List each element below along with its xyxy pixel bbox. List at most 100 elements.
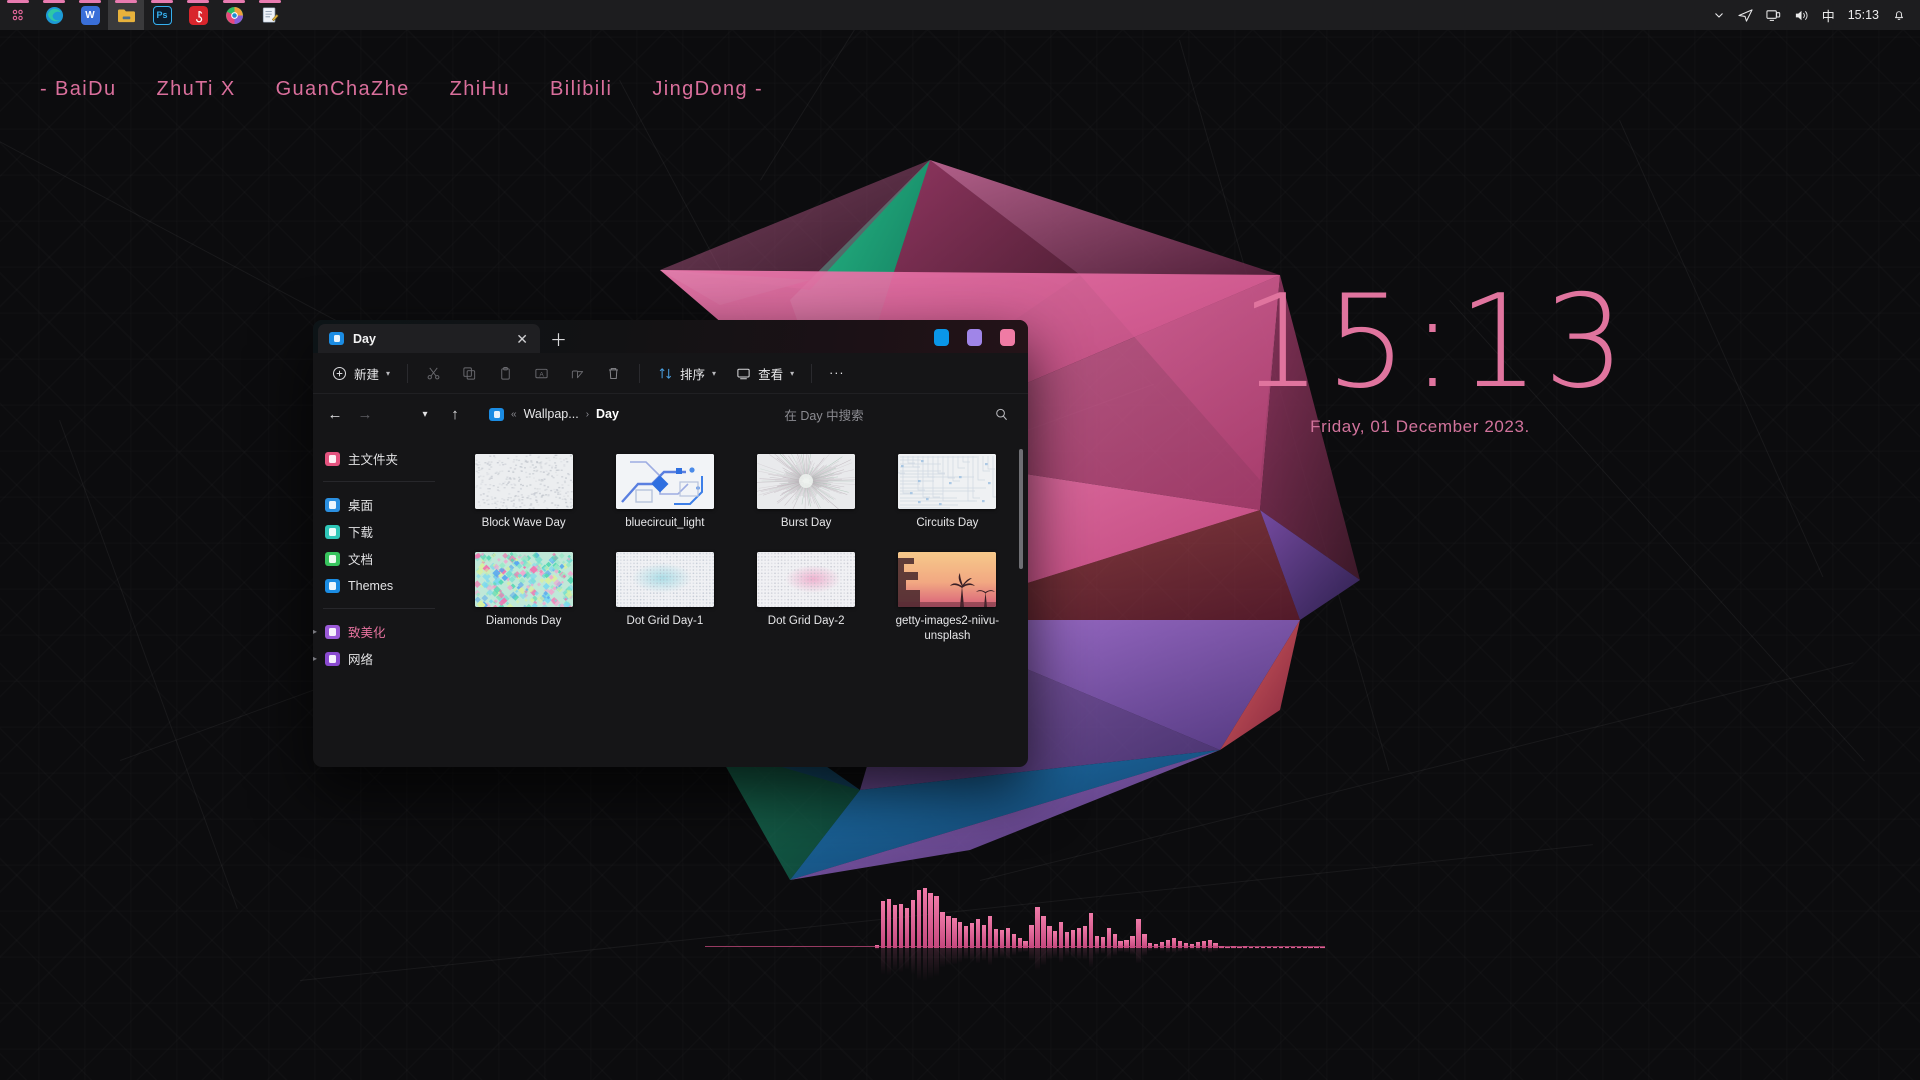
- file-explorer-window[interactable]: Day ✕ ＋ 新建 ▾: [313, 320, 1028, 767]
- tray-bell-icon[interactable]: [1892, 8, 1906, 22]
- sidebar-item-下载[interactable]: 下载: [319, 518, 447, 545]
- copy-button[interactable]: [453, 359, 486, 388]
- taskbar[interactable]: W Ps 中 15:13: [0, 0, 1920, 30]
- netease-music-icon[interactable]: [180, 0, 216, 30]
- file-item[interactable]: Dot Grid Day-1: [594, 546, 735, 649]
- sort-button[interactable]: 排序 ▾: [649, 359, 724, 388]
- chrome-browser-icon[interactable]: [216, 0, 252, 30]
- desktop-link-guanchazhe[interactable]: GuanChaZhe: [276, 78, 410, 101]
- sidebar-item-致美化[interactable]: ▸致美化: [319, 618, 447, 645]
- breadcrumb-parent[interactable]: Wallpap...: [524, 407, 579, 421]
- photoshop-icon[interactable]: Ps: [144, 0, 180, 30]
- file-thumbnail: [475, 454, 573, 509]
- visualizer-bar-reflection: [1320, 948, 1324, 949]
- toolbar-divider-3: [811, 364, 812, 383]
- visualizer-bar-reflection: [1303, 948, 1307, 949]
- forward-arrow-icon[interactable]: →: [351, 400, 379, 428]
- wps-writer-icon: W: [81, 6, 100, 25]
- minimize-button[interactable]: [934, 329, 949, 346]
- visualizer-bar-reflection: [1077, 948, 1081, 960]
- desktop-link-bilibili[interactable]: Bilibili: [550, 78, 612, 101]
- desktop-link-jingdong[interactable]: JingDong -: [652, 78, 763, 101]
- window-titlebar[interactable]: Day ✕ ＋: [313, 320, 1028, 353]
- clock-widget: 15:13 Friday, 01 December 2023.: [1240, 278, 1600, 437]
- breadcrumb[interactable]: « Wallpap... › Day: [481, 400, 627, 428]
- sidebar-item-网络[interactable]: ▸网络: [319, 645, 447, 672]
- share-button[interactable]: [561, 359, 594, 388]
- chevron-right-icon[interactable]: ▸: [313, 654, 317, 663]
- clock-time: 15:13: [1240, 278, 1600, 409]
- view-button[interactable]: 查看 ▾: [727, 359, 802, 388]
- file-item[interactable]: bluecircuit_light: [594, 448, 735, 536]
- visualizer-bar-reflection: [1118, 948, 1122, 952]
- file-item[interactable]: Diamonds Day: [453, 546, 594, 649]
- search-input[interactable]: 在 Day 中搜索: [655, 400, 1020, 428]
- desktop-link-baidu[interactable]: - BaiDu: [40, 78, 117, 101]
- close-icon[interactable]: ✕: [513, 330, 531, 348]
- desktop-link-zhihu[interactable]: ZhiHu: [450, 78, 510, 101]
- breadcrumb-overflow[interactable]: «: [511, 409, 517, 420]
- file-item[interactable]: Circuits Day: [877, 448, 1018, 536]
- taskbar-indicator: [79, 0, 101, 3]
- paste-button[interactable]: [489, 359, 522, 388]
- file-explorer-icon: [117, 6, 136, 25]
- sidebar-item-文档[interactable]: 文档: [319, 545, 447, 572]
- rename-button[interactable]: A: [525, 359, 558, 388]
- tab-day[interactable]: Day ✕: [318, 324, 540, 353]
- maximize-button[interactable]: [967, 329, 982, 346]
- delete-button[interactable]: [597, 359, 630, 388]
- tray-network-icon[interactable]: [1738, 8, 1753, 23]
- visualizer-bar-reflection: [940, 948, 944, 968]
- visualizer-bar: [928, 893, 932, 948]
- tray-ime-indicator[interactable]: 中: [1822, 6, 1835, 25]
- vertical-scrollbar[interactable]: [1019, 449, 1023, 569]
- plus-icon[interactable]: ＋: [542, 324, 575, 353]
- close-button[interactable]: [1000, 329, 1015, 346]
- tray-chevron-up-icon[interactable]: [1713, 9, 1725, 21]
- recent-chevron-down-icon[interactable]: ▾: [411, 400, 439, 428]
- toolbar-divider: [407, 364, 408, 383]
- search-placeholder: 在 Day 中搜索: [784, 405, 863, 424]
- taskbar-clock[interactable]: 15:13: [1848, 8, 1879, 22]
- visualizer-bar: [881, 901, 885, 948]
- visualizer-bar-reflection: [1053, 948, 1057, 958]
- more-button[interactable]: ···: [821, 359, 853, 388]
- file-item[interactable]: Block Wave Day: [453, 448, 594, 536]
- breadcrumb-current[interactable]: Day: [596, 407, 619, 421]
- file-explorer-icon[interactable]: [108, 0, 144, 30]
- sidebar-item-Themes[interactable]: Themes: [319, 572, 447, 599]
- edge-browser-icon[interactable]: [36, 0, 72, 30]
- visualizer-bar-reflection: [1000, 948, 1004, 958]
- globe-icon: [325, 652, 340, 666]
- visualizer-bar-reflection: [1018, 948, 1022, 953]
- trash-icon: [605, 365, 622, 382]
- cut-button[interactable]: [417, 359, 450, 388]
- wps-writer-icon[interactable]: W: [72, 0, 108, 30]
- up-arrow-icon[interactable]: ↑: [441, 400, 469, 428]
- sidebar-item-桌面[interactable]: 桌面: [319, 491, 447, 518]
- file-item[interactable]: getty-images2-niivu-unsplash: [877, 546, 1018, 649]
- file-list-pane[interactable]: Block Wave Daybluecircuit_lightBurst Day…: [447, 434, 1028, 767]
- visualizer-bar: [982, 925, 986, 948]
- file-item[interactable]: Dot Grid Day-2: [736, 546, 877, 649]
- more-label: ···: [829, 366, 845, 380]
- notepad-editor-icon[interactable]: [252, 0, 288, 30]
- system-tray: 中 15:13: [1713, 6, 1920, 25]
- desktop-link-zhutix[interactable]: ZhuTi X: [157, 78, 236, 101]
- visualizer-bar-reflection: [1184, 948, 1188, 951]
- visualizer-bar: [917, 890, 921, 948]
- file-item[interactable]: Burst Day: [736, 448, 877, 536]
- sidebar-item-主文件夹[interactable]: 主文件夹: [319, 445, 447, 472]
- tray-volume-icon[interactable]: [1794, 8, 1809, 23]
- chevron-right-icon[interactable]: ▸: [313, 627, 317, 636]
- folder-icon: [329, 332, 344, 345]
- search-icon[interactable]: [993, 406, 1010, 423]
- file-thumbnail: [898, 552, 996, 607]
- sidebar-item-label: Themes: [348, 579, 393, 593]
- share-icon: [569, 365, 586, 382]
- new-button[interactable]: 新建 ▾: [323, 359, 398, 388]
- tray-display-icon[interactable]: [1766, 8, 1781, 23]
- taskbar-indicator: [223, 0, 245, 3]
- back-arrow-icon[interactable]: ←: [321, 400, 349, 428]
- start-dots-icon[interactable]: [0, 0, 36, 30]
